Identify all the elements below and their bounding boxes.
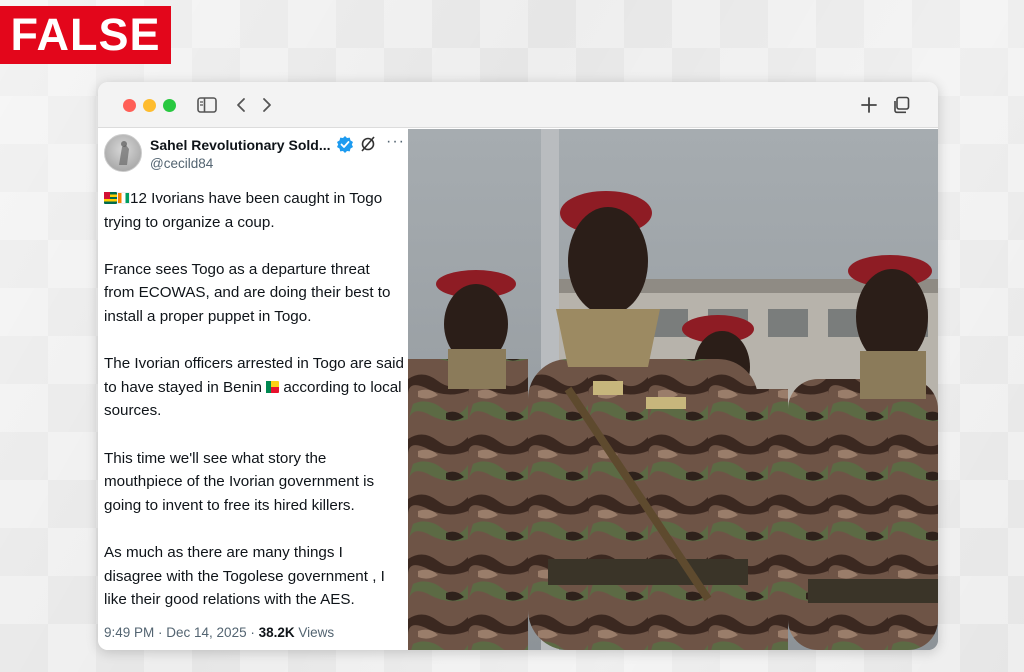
false-rating-stamp: FALSE [0, 6, 171, 64]
back-icon[interactable] [230, 94, 252, 116]
new-tab-icon[interactable] [858, 94, 880, 116]
zoom-window-button[interactable] [163, 99, 176, 112]
tweet-card: Sahel Revolutionary Sold... ··· @cecild8… [98, 129, 408, 650]
ivory-coast-flag-icon [117, 192, 130, 204]
tabs-overview-icon[interactable] [890, 94, 912, 116]
verified-badge-icon [336, 135, 354, 158]
togo-flag-icon [104, 192, 117, 204]
tweet-paragraph: France sees Togo as a departure threat f… [104, 260, 391, 325]
grok-icon[interactable] [360, 136, 376, 157]
tweet-paragraph: 12 Ivorians have been caught in Togo try… [104, 190, 383, 231]
views-count: 38.2K [258, 625, 295, 640]
browser-titlebar [98, 82, 938, 128]
close-window-button[interactable] [123, 99, 136, 112]
tweet-timestamp[interactable]: 9:49 PM · Dec 14, 2025 · [104, 625, 259, 640]
tweet-paragraph: The Ivorian officers arrested in Togo ar… [104, 355, 404, 420]
soldiers-photo[interactable] [408, 129, 938, 650]
tweet-metadata: 9:49 PM · Dec 14, 2025 · 38.2K Views [104, 625, 334, 640]
sidebar-icon[interactable] [196, 94, 218, 116]
tweet-paragraph: This time we'll see what story the mouth… [104, 449, 375, 514]
more-options-icon[interactable]: ··· [386, 133, 405, 151]
forward-icon[interactable] [256, 94, 278, 116]
browser-window: Sahel Revolutionary Sold... ··· @cecild8… [98, 82, 938, 650]
benin-flag-icon [266, 380, 280, 393]
views-label: Views [294, 625, 335, 640]
tweet-text: 12 Ivorians have been caught in Togo try… [104, 187, 404, 635]
avatar[interactable] [104, 134, 142, 172]
stamp-label: FALSE [10, 9, 161, 60]
author-name[interactable]: Sahel Revolutionary Sold... [150, 137, 330, 153]
author-handle[interactable]: @cecild84 [150, 156, 213, 171]
minimize-window-button[interactable] [143, 99, 156, 112]
tweet-paragraph: As much as there are many things I disag… [104, 543, 385, 609]
